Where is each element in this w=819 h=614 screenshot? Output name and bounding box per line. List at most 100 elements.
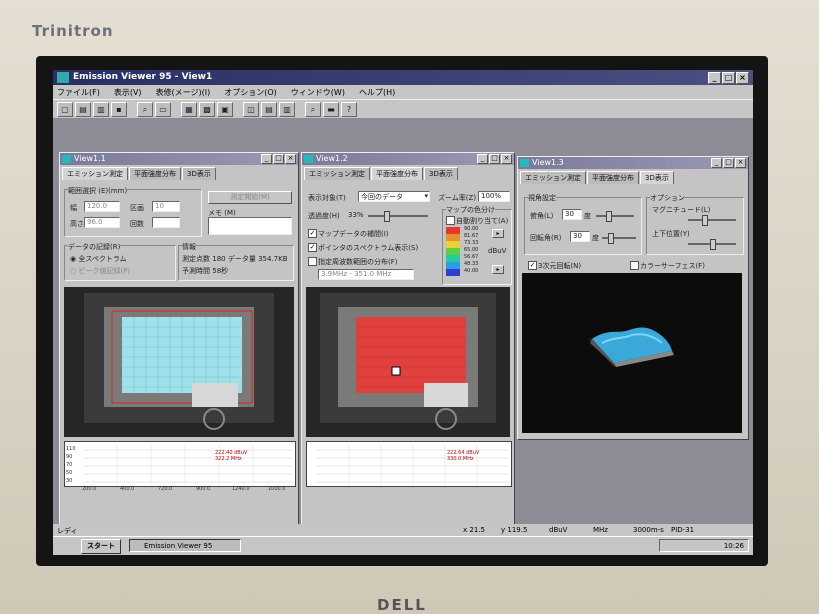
menubar: ファイル(F) 表示(V) 表修(メージ)(I) オプション(O) ウィンドウ(… bbox=[53, 85, 753, 99]
status-x: x 21.5 bbox=[463, 526, 485, 534]
view3-deg2-thumb[interactable] bbox=[608, 233, 614, 244]
copy-icon[interactable]: ▭ bbox=[155, 102, 171, 117]
minimize-button[interactable]: _ bbox=[708, 72, 721, 84]
view3-tab-plane[interactable]: 平面強度分布 bbox=[587, 171, 639, 184]
tile-h-icon[interactable]: ▤ bbox=[261, 102, 277, 117]
view3-title: View1.3 bbox=[532, 158, 564, 167]
menu-window[interactable]: ウィンドウ(W) bbox=[291, 87, 345, 98]
view3-magnitude-thumb[interactable] bbox=[702, 215, 708, 226]
view1-x-ticks: 200.0 400.0 720.0 900.0 1240.0 1000.0 bbox=[64, 486, 294, 494]
view3-color-surface-label: カラーサーフェス(F) bbox=[640, 262, 705, 270]
open-icon[interactable]: ▤ bbox=[75, 102, 91, 117]
view1-title: View1.1 bbox=[74, 154, 106, 163]
view1-camera-image[interactable] bbox=[64, 287, 294, 437]
view1-tab-3d[interactable]: 3D表示 bbox=[182, 167, 216, 180]
view1-y-tick: 70 bbox=[66, 462, 72, 468]
view1-icon bbox=[62, 155, 71, 163]
view3-updown-thumb[interactable] bbox=[710, 239, 716, 250]
screen: Emission Viewer 95 - View1 _ □ × ファイル(F)… bbox=[53, 70, 753, 555]
view3-3d-render[interactable] bbox=[522, 273, 742, 433]
menu-display[interactable]: 表修(メージ)(I) bbox=[156, 87, 211, 98]
help-icon[interactable]: ? bbox=[341, 102, 357, 117]
view3-updown-slider[interactable] bbox=[688, 239, 736, 250]
view3-close-button[interactable]: × bbox=[735, 158, 746, 168]
zoom-icon[interactable]: ⌕ bbox=[137, 102, 153, 117]
menu-view[interactable]: 表示(V) bbox=[114, 87, 142, 98]
view2-spectrum-graph[interactable]: 222.64 dBuV 330.0 MHz bbox=[306, 441, 512, 487]
view1-titlebar: View1.1 _ □ × bbox=[60, 153, 298, 165]
view1-maximize-button[interactable]: □ bbox=[273, 154, 284, 164]
view2-minimize-button[interactable]: _ bbox=[477, 154, 488, 164]
view2-target-value: 今回のデータ bbox=[361, 193, 403, 201]
view1-div-field[interactable]: 10 bbox=[152, 201, 180, 212]
view1-width-field[interactable]: 120.0 bbox=[84, 201, 120, 212]
view2-tab-plane[interactable]: 平面強度分布 bbox=[371, 167, 423, 180]
new-icon[interactable]: ▢ bbox=[57, 102, 73, 117]
view2-map-image[interactable] bbox=[306, 287, 510, 437]
view2-freq-range-checkbox[interactable] bbox=[308, 257, 317, 266]
status-unit1: dBuV bbox=[549, 526, 568, 534]
view3-deg1-thumb[interactable] bbox=[606, 211, 612, 222]
view2-maximize-button[interactable]: □ bbox=[489, 154, 500, 164]
view2-target-chevron-down-icon[interactable]: ▾ bbox=[424, 192, 428, 200]
view3-maximize-button[interactable]: □ bbox=[723, 158, 734, 168]
view2-legend-up-button[interactable]: ▸ bbox=[492, 229, 504, 238]
view2-opacity-slider[interactable] bbox=[368, 211, 428, 222]
map-icon[interactable]: ▩ bbox=[199, 102, 215, 117]
view1-minimize-button[interactable]: _ bbox=[261, 154, 272, 164]
view3-color-surface-checkbox[interactable] bbox=[630, 261, 639, 270]
view2-freq-range-field[interactable]: 3.9MHz - 351.0 MHz bbox=[318, 269, 414, 280]
view3-deg2-unit: 度 bbox=[592, 234, 599, 242]
view2-zoom-select[interactable]: 100% bbox=[478, 191, 510, 202]
view2-legend-down-button[interactable]: ▸ bbox=[492, 265, 504, 274]
view3-deg2-slider[interactable] bbox=[602, 233, 636, 244]
view2-tab-emission[interactable]: エミッション測定 bbox=[304, 167, 370, 180]
menu-file[interactable]: ファイル(F) bbox=[57, 87, 100, 98]
taskbar-app-button[interactable]: Emission Viewer 95 bbox=[129, 539, 241, 552]
save-icon[interactable]: ▪ bbox=[111, 102, 127, 117]
view2-opacity-slider-thumb[interactable] bbox=[384, 211, 390, 222]
view2-auto-assign-checkbox[interactable] bbox=[446, 216, 455, 225]
view2-interp-checkbox[interactable]: ✓ bbox=[308, 229, 317, 238]
view3d-icon[interactable]: ▣ bbox=[217, 102, 233, 117]
view2-map-photo bbox=[306, 287, 510, 437]
view3-deg1-slider[interactable] bbox=[596, 211, 634, 222]
open-folder-icon[interactable]: ▥ bbox=[93, 102, 109, 117]
status-ready: レディ bbox=[57, 527, 78, 535]
view1-spectrum-graph[interactable]: 110 90 70 50 30 222.40 dBuV 322.2 MHz bbox=[64, 441, 296, 487]
legend-swatch bbox=[446, 234, 460, 241]
view1-height-field[interactable]: 96.0 bbox=[84, 217, 120, 228]
view1-y-tick: 110 bbox=[66, 446, 76, 452]
view3-wire-checkbox[interactable]: ✓ bbox=[528, 261, 537, 270]
view2-target-select[interactable]: 今回のデータ ▾ bbox=[358, 191, 430, 202]
menu-options[interactable]: オプション(O) bbox=[224, 87, 277, 98]
start-button[interactable]: スタート bbox=[81, 539, 121, 554]
close-button[interactable]: × bbox=[736, 72, 749, 84]
view2-pointer-spectrum-checkbox[interactable]: ✓ bbox=[308, 243, 317, 252]
view3-tab-3d[interactable]: 3D表示 bbox=[640, 171, 674, 184]
view3-deg2-field[interactable]: 30 bbox=[570, 231, 590, 242]
view3-tab-emission[interactable]: エミッション測定 bbox=[520, 171, 586, 184]
view2-tab-3d[interactable]: 3D表示 bbox=[424, 167, 458, 180]
view1-tab-emission[interactable]: エミッション測定 bbox=[62, 167, 128, 180]
view1-radio-peak[interactable]: ○ ピーク値記録(P) bbox=[70, 266, 130, 276]
view1-tab-plane[interactable]: 平面強度分布 bbox=[129, 167, 181, 180]
view3-deg1-field[interactable]: 30 bbox=[562, 209, 582, 220]
measure-icon[interactable]: ▦ bbox=[181, 102, 197, 117]
view3-minimize-button[interactable]: _ bbox=[711, 158, 722, 168]
maximize-button[interactable]: □ bbox=[722, 72, 735, 84]
cascade-icon[interactable]: ◫ bbox=[243, 102, 259, 117]
view1-close-button[interactable]: × bbox=[285, 154, 296, 164]
view1-times-field[interactable] bbox=[152, 217, 180, 228]
menu-help[interactable]: ヘルプ(H) bbox=[359, 87, 395, 98]
view2-close-button[interactable]: × bbox=[501, 154, 512, 164]
view3-magnitude-slider[interactable] bbox=[688, 215, 736, 226]
view1-radio-all[interactable]: ◉ 全スペクトラム bbox=[70, 254, 127, 264]
view1-measure-button[interactable]: 測定開始(M) bbox=[208, 191, 292, 204]
view1-x-tick: 900.0 bbox=[196, 486, 211, 492]
view1-memo-field[interactable] bbox=[208, 217, 292, 235]
print-icon[interactable]: ▬ bbox=[323, 102, 339, 117]
legend-swatch bbox=[446, 227, 460, 234]
preview-icon[interactable]: ⌕ bbox=[305, 102, 321, 117]
tile-v-icon[interactable]: ▥ bbox=[279, 102, 295, 117]
